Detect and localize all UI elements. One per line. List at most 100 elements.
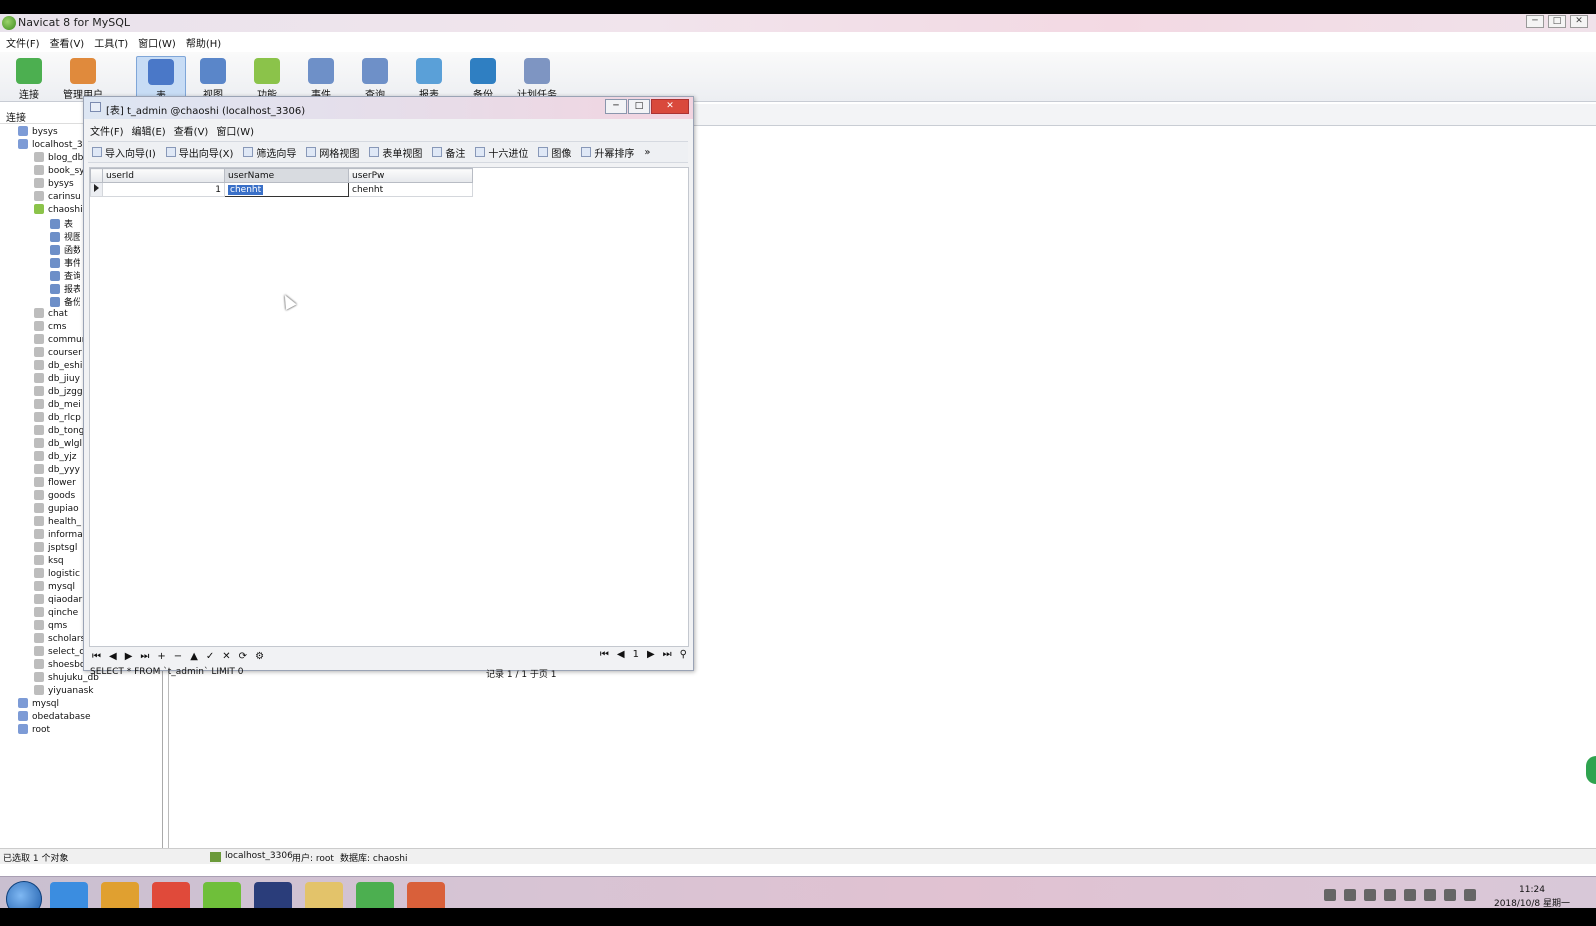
tree-item[interactable]: 查询 [50,269,80,282]
first-page-button[interactable]: ⏮ [600,649,609,660]
tray-icon[interactable] [1444,889,1456,901]
toolbar-button-query[interactable]: 查询 [350,56,400,101]
tree-item[interactable]: qms [34,620,84,633]
record-nav-button[interactable]: ✓ [206,651,214,662]
record-nav-button[interactable]: ⏮ [92,651,101,662]
maximize-button[interactable]: □ [1548,15,1566,28]
record-nav-button[interactable]: ▶ [125,651,133,662]
cell-userPw[interactable]: chenht [348,182,473,197]
tree-item[interactable]: blog_db [34,152,84,165]
cell-userId[interactable]: 1 [102,182,225,197]
record-nav-button[interactable]: − [174,651,182,662]
toolbar-overflow-button[interactable]: » [644,147,650,158]
ie-icon[interactable] [50,882,88,908]
tree-item[interactable]: db_jiuy [34,373,84,386]
menu-help[interactable]: 帮助(H) [186,35,221,50]
tray-icon[interactable] [1344,889,1356,901]
tree-item[interactable]: db_yyy [34,464,84,477]
chrome-icon[interactable] [152,882,190,908]
tree-item[interactable]: carinsu [34,191,84,204]
menu-view[interactable]: 查看(V) [50,35,85,50]
last-page-button[interactable]: ⏭ [663,649,672,660]
tree-item[interactable]: 事件 [50,256,80,269]
tree-item[interactable]: chaoshi [34,204,84,217]
toolbar-button-report[interactable]: 报表 [404,56,454,101]
table-toolbar-button[interactable]: 备注 [432,145,465,160]
cell-userName[interactable]: chenht [224,182,349,197]
table-toolbar-button[interactable]: 十六进位 [475,145,528,160]
tree-item[interactable]: book_sy [34,165,84,178]
tree-item[interactable]: db_yjz [34,451,84,464]
toolbar-button-user[interactable]: 管理用户 [58,56,108,101]
table-toolbar-button[interactable]: 导出向导(X) [165,145,233,160]
prev-page-button[interactable]: ◀ [617,649,625,660]
next-page-button[interactable]: ▶ [647,649,655,660]
tree-item[interactable]: mysql [34,581,84,594]
tree-item[interactable]: qiaodar [34,594,84,607]
tree-item[interactable]: db_wlgl [34,438,84,451]
tree-item[interactable]: root [18,724,158,737]
tree-item[interactable]: 函数 [50,243,80,256]
table-window-minimize-button[interactable]: ─ [605,99,627,114]
record-nav-button[interactable]: ◀ [109,651,117,662]
media-icon[interactable] [101,882,139,908]
tree-item[interactable]: obedatabase [18,711,158,724]
column-header-userPw[interactable]: userPw [348,168,473,183]
tray-icon[interactable] [1404,889,1416,901]
toolbar-button-table[interactable]: 表 [136,56,186,102]
toolbar-button-view[interactable]: 视图 [188,56,238,101]
recorder-icon[interactable] [407,882,445,908]
tree-item[interactable]: health_ [34,516,84,529]
menu-tools[interactable]: 工具(T) [94,35,128,50]
toolbar-button-schedule[interactable]: 计划任务 [512,56,562,101]
record-nav-button[interactable]: ⟳ [239,651,247,662]
tray-icon[interactable] [1464,889,1476,901]
record-nav-button[interactable]: ▲ [190,651,198,662]
table-menu-view[interactable]: 查看(V) [174,123,209,138]
table-menu-file[interactable]: 文件(F) [90,123,124,138]
tree-item[interactable]: qinche [34,607,84,620]
tree-item[interactable]: flower [34,477,84,490]
tree-item[interactable]: select_c [34,646,84,659]
tray-icon[interactable] [1324,889,1336,901]
tree-item[interactable]: cms [34,321,84,334]
tree-item[interactable]: 报表 [50,282,80,295]
tray-icon[interactable] [1424,889,1436,901]
tree-item[interactable]: mysql [18,698,158,711]
tree-item[interactable]: logistic [34,568,84,581]
side-widget-icon[interactable] [1586,756,1596,784]
navicat-icon[interactable] [203,882,241,908]
tree-item[interactable]: yiyuanask [34,685,144,698]
record-nav-button[interactable]: ⏭ [140,651,149,662]
tree-item[interactable]: jsptsgl [34,542,84,555]
table-toolbar-button[interactable]: 升幂排序 [581,145,634,160]
clock[interactable]: 11:24 2018/10/8 星期一 [1494,883,1570,908]
tree-item[interactable]: courser [34,347,84,360]
close-button[interactable]: ✕ [1570,15,1588,28]
toolbar-button-backup[interactable]: 备份 [458,56,508,101]
toolbar-button-event[interactable]: 事件 [296,56,346,101]
tree-item[interactable]: informa [34,529,84,542]
table-menu-edit[interactable]: 编辑(E) [132,123,166,138]
filter-icon[interactable]: ⚲ [680,649,687,660]
tree-item[interactable]: bysys [34,178,84,191]
tray-icon[interactable] [1384,889,1396,901]
table-toolbar-button[interactable]: 筛选向导 [243,145,296,160]
toolbar-button-connect[interactable]: 连接 [4,56,54,101]
tree-item[interactable]: commun [34,334,84,347]
menu-window[interactable]: 窗口(W) [138,35,176,50]
table-toolbar-button[interactable]: 表单视图 [369,145,422,160]
table-toolbar-button[interactable]: 导入向导(I) [92,145,156,160]
tray-icon[interactable] [1364,889,1376,901]
folder-icon[interactable] [305,882,343,908]
tree-item[interactable]: 视图 [50,230,80,243]
tree-item[interactable]: chat [34,308,84,321]
minimize-button[interactable]: ─ [1526,15,1544,28]
cell-userName-selected-text[interactable]: chenht [228,184,264,195]
table-toolbar-button[interactable]: 图像 [538,145,571,160]
tree-item[interactable]: scholars [34,633,84,646]
table-toolbar-button[interactable]: 网格视图 [306,145,359,160]
column-header-userName[interactable]: userName [224,168,349,183]
tree-item[interactable]: gupiao [34,503,84,516]
tree-item[interactable]: 备份 [50,295,80,308]
